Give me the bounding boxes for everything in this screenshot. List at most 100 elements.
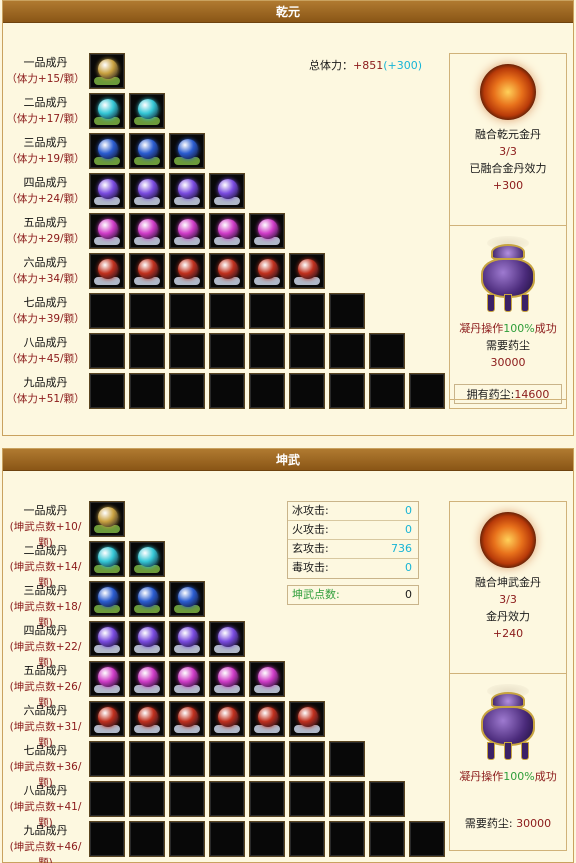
empty-slot-icon[interactable] — [329, 333, 365, 369]
grade-label: 三品成丹 （体力+19/颗） — [3, 133, 88, 167]
empty-slot-icon[interactable] — [129, 781, 165, 817]
empty-slot-icon[interactable] — [409, 373, 445, 409]
empty-slot-icon[interactable] — [369, 373, 405, 409]
empty-slot-icon[interactable] — [129, 293, 165, 329]
fused-label: 已融合金丹效力 — [469, 162, 547, 175]
cauldron-icon[interactable] — [473, 684, 543, 764]
magenta-pill-icon[interactable] — [129, 213, 165, 249]
empty-slot-icon[interactable] — [249, 373, 285, 409]
empty-slot-icon[interactable] — [289, 741, 325, 777]
empty-slot-icon[interactable] — [89, 293, 125, 329]
empty-slot-icon[interactable] — [209, 821, 245, 857]
empty-slot-icon[interactable] — [89, 741, 125, 777]
empty-slot-icon[interactable] — [329, 373, 365, 409]
red-pill-icon[interactable] — [289, 253, 325, 289]
empty-slot-icon[interactable] — [129, 821, 165, 857]
empty-slot-icon[interactable] — [89, 333, 125, 369]
empty-slot-icon[interactable] — [89, 821, 125, 857]
empty-slot-icon[interactable] — [329, 741, 365, 777]
magenta-pill-icon[interactable] — [249, 661, 285, 697]
empty-slot-icon[interactable] — [289, 781, 325, 817]
red-pill-icon[interactable] — [129, 253, 165, 289]
empty-slot-icon[interactable] — [169, 333, 205, 369]
empty-slot-icon[interactable] — [169, 373, 205, 409]
magenta-pill-icon[interactable] — [169, 661, 205, 697]
grade-row: 二品成丹 （体力+17/颗） — [3, 93, 449, 133]
golden-core-icon[interactable] — [480, 64, 536, 120]
magenta-pill-icon[interactable] — [209, 661, 245, 697]
empty-slot-icon[interactable] — [169, 293, 205, 329]
grade-name: 二品成丹 — [23, 544, 68, 557]
cyan-pill-icon[interactable] — [129, 541, 165, 577]
empty-slot-icon[interactable] — [289, 293, 325, 329]
blue-pill-icon[interactable] — [129, 581, 165, 617]
magenta-pill-icon[interactable] — [89, 213, 125, 249]
violet-pill-icon[interactable] — [129, 621, 165, 657]
empty-slot-icon[interactable] — [209, 781, 245, 817]
magenta-pill-icon[interactable] — [169, 213, 205, 249]
grade-row: 八品成丹 (坤武点数+41/颗) — [3, 781, 449, 829]
red-pill-icon[interactable] — [169, 253, 205, 289]
empty-slot-icon[interactable] — [249, 333, 285, 369]
violet-pill-icon[interactable] — [89, 173, 125, 209]
empty-slot-icon[interactable] — [129, 373, 165, 409]
empty-slot-icon[interactable] — [289, 333, 325, 369]
violet-pill-icon[interactable] — [209, 173, 245, 209]
violet-pill-icon[interactable] — [209, 621, 245, 657]
empty-slot-icon[interactable] — [209, 333, 245, 369]
cauldron-icon[interactable] — [473, 236, 543, 316]
empty-slot-icon[interactable] — [409, 821, 445, 857]
red-pill-icon[interactable] — [249, 701, 285, 737]
empty-slot-icon[interactable] — [369, 821, 405, 857]
magenta-pill-icon[interactable] — [89, 661, 125, 697]
gold-pill-icon[interactable] — [89, 53, 125, 89]
empty-slot-icon[interactable] — [129, 333, 165, 369]
empty-slot-icon[interactable] — [249, 821, 285, 857]
cyan-pill-icon[interactable] — [89, 93, 125, 129]
stat-ice: 冰攻击: 0 — [288, 502, 418, 521]
blue-pill-icon[interactable] — [89, 133, 125, 169]
empty-slot-icon[interactable] — [329, 821, 365, 857]
blue-pill-icon[interactable] — [89, 581, 125, 617]
empty-slot-icon[interactable] — [129, 741, 165, 777]
red-pill-icon[interactable] — [89, 701, 125, 737]
blue-pill-icon[interactable] — [169, 133, 205, 169]
red-pill-icon[interactable] — [129, 701, 165, 737]
empty-slot-icon[interactable] — [289, 373, 325, 409]
magenta-pill-icon[interactable] — [249, 213, 285, 249]
blue-pill-icon[interactable] — [169, 581, 205, 617]
empty-slot-icon[interactable] — [369, 781, 405, 817]
empty-slot-icon[interactable] — [209, 373, 245, 409]
cyan-pill-icon[interactable] — [89, 541, 125, 577]
red-pill-icon[interactable] — [289, 701, 325, 737]
red-pill-icon[interactable] — [209, 701, 245, 737]
violet-pill-icon[interactable] — [169, 621, 205, 657]
empty-slot-icon[interactable] — [209, 293, 245, 329]
red-pill-icon[interactable] — [209, 253, 245, 289]
empty-slot-icon[interactable] — [249, 293, 285, 329]
empty-slot-icon[interactable] — [89, 373, 125, 409]
violet-pill-icon[interactable] — [169, 173, 205, 209]
empty-slot-icon[interactable] — [289, 821, 325, 857]
empty-slot-icon[interactable] — [209, 741, 245, 777]
blue-pill-icon[interactable] — [129, 133, 165, 169]
red-pill-icon[interactable] — [89, 253, 125, 289]
violet-pill-icon[interactable] — [89, 621, 125, 657]
red-pill-icon[interactable] — [249, 253, 285, 289]
empty-slot-icon[interactable] — [89, 781, 125, 817]
red-pill-icon[interactable] — [169, 701, 205, 737]
empty-slot-icon[interactable] — [329, 293, 365, 329]
empty-slot-icon[interactable] — [169, 821, 205, 857]
empty-slot-icon[interactable] — [249, 781, 285, 817]
golden-core-icon[interactable] — [480, 512, 536, 568]
empty-slot-icon[interactable] — [369, 333, 405, 369]
empty-slot-icon[interactable] — [329, 781, 365, 817]
empty-slot-icon[interactable] — [169, 741, 205, 777]
empty-slot-icon[interactable] — [249, 741, 285, 777]
magenta-pill-icon[interactable] — [209, 213, 245, 249]
empty-slot-icon[interactable] — [169, 781, 205, 817]
magenta-pill-icon[interactable] — [129, 661, 165, 697]
violet-pill-icon[interactable] — [129, 173, 165, 209]
cyan-pill-icon[interactable] — [129, 93, 165, 129]
gold-pill-icon[interactable] — [89, 501, 125, 537]
